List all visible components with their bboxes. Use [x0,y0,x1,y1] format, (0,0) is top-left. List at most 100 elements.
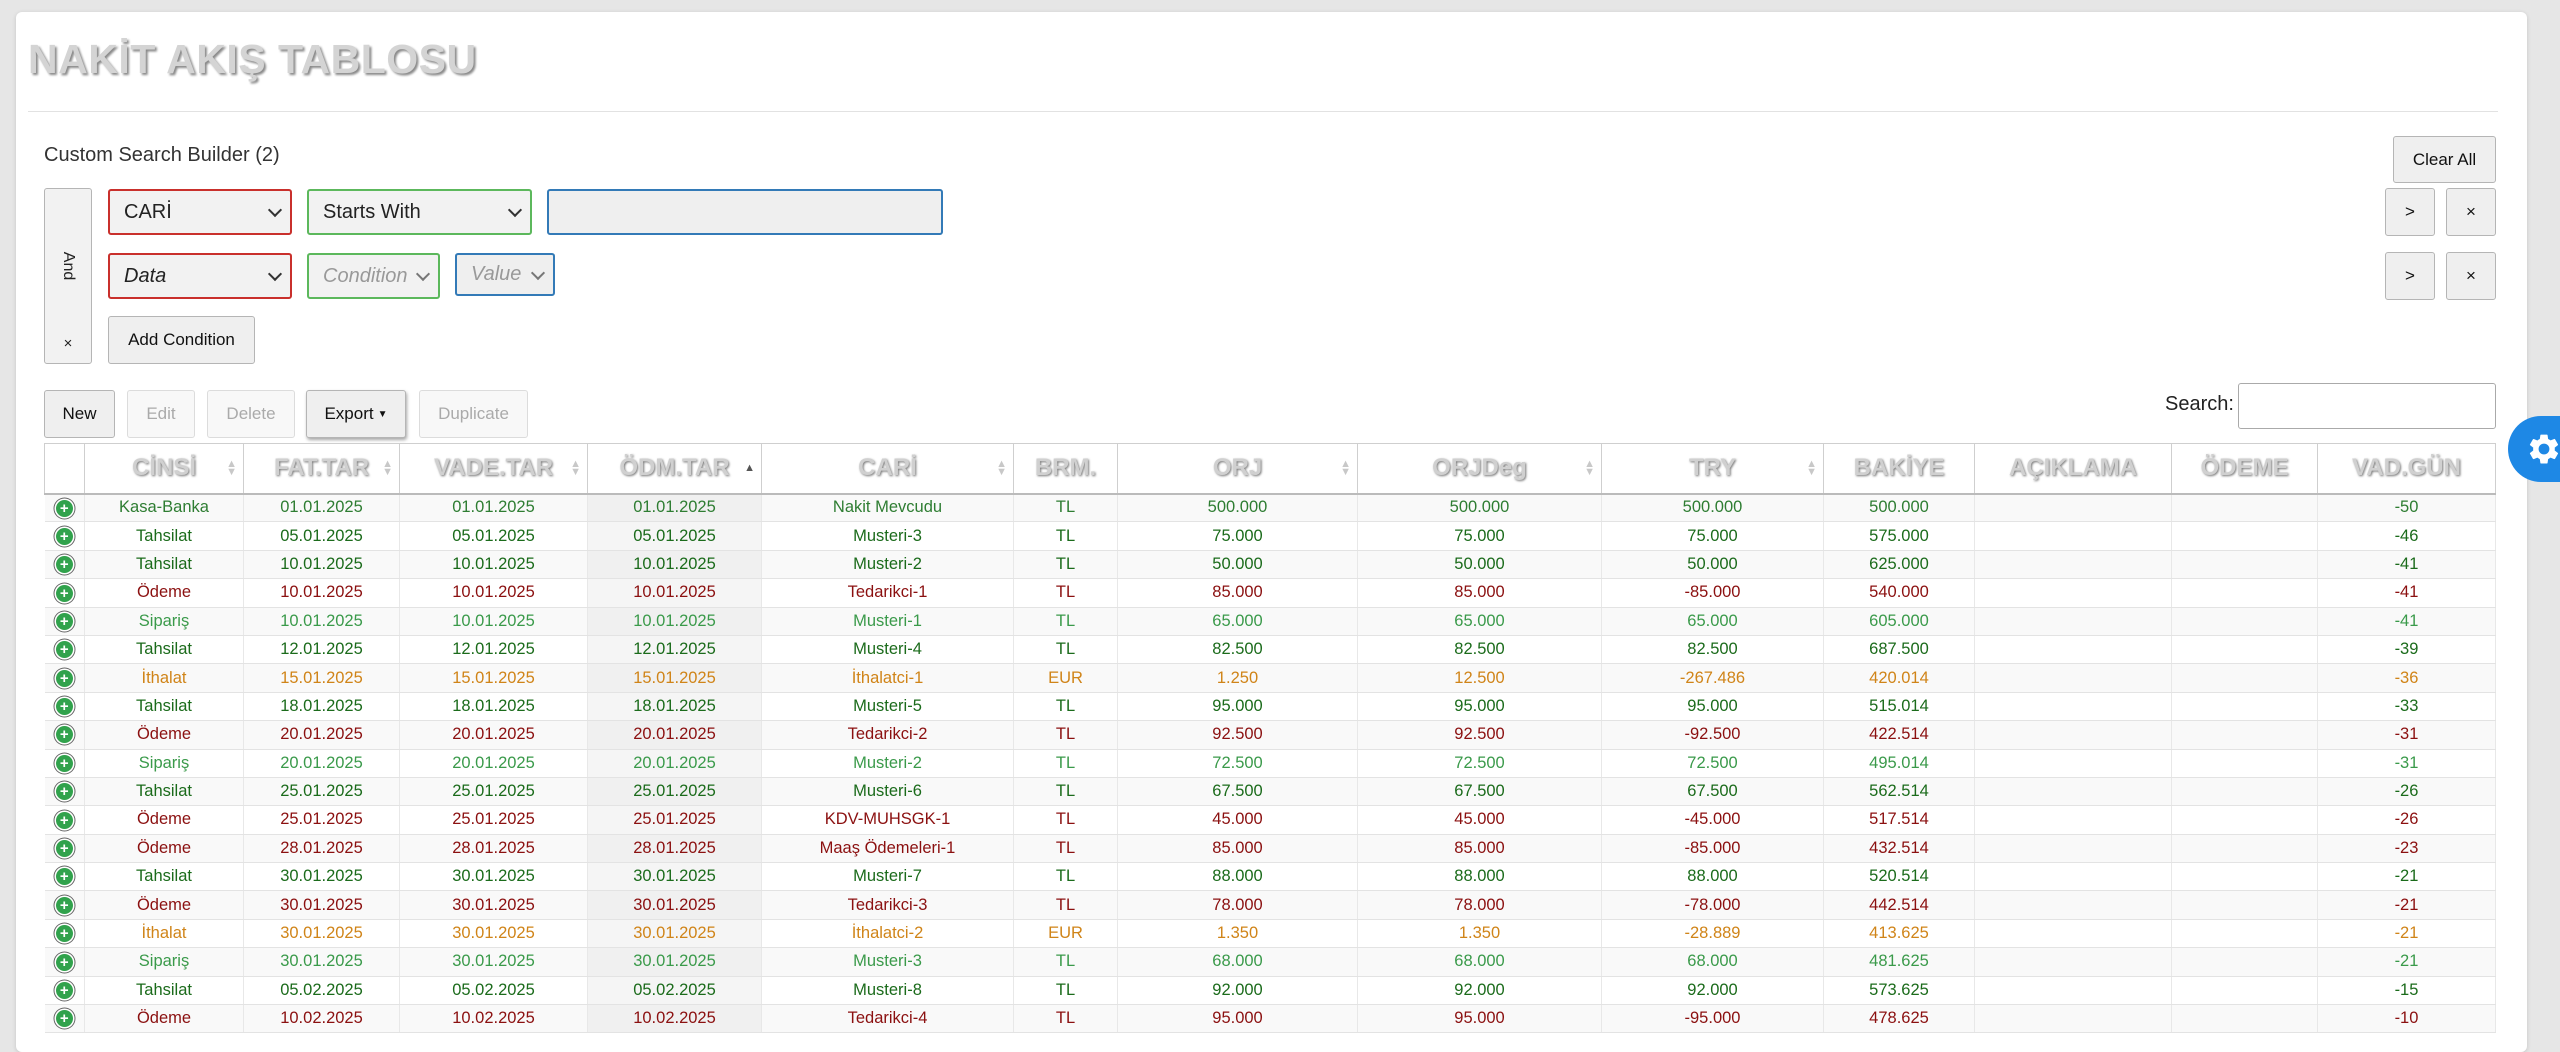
table-row[interactable]: + Ödeme 10.02.2025 10.02.2025 10.02.2025 Teda… [44,1004,2496,1034]
column-header[interactable]: ÖDM.TAR ▲ [587,443,762,495]
plus-circle-icon[interactable]: + [55,868,73,886]
logic-remove-button[interactable]: × [45,335,91,352]
condition-2-data-select[interactable]: Data [108,253,292,299]
table-row[interactable]: + İthalat 30.01.2025 30.01.2025 30.01.2025 İt… [44,919,2496,949]
column-header[interactable]: VAD.GÜN [2317,443,2496,495]
column-header[interactable]: ÖDEME [2171,443,2318,495]
table-row[interactable]: + Tahsilat 30.01.2025 30.01.2025 30.01.2025 M… [44,862,2496,892]
plus-circle-icon[interactable]: + [55,925,73,943]
table-row[interactable]: + Tahsilat 12.01.2025 12.01.2025 12.01.2025 M… [44,635,2496,665]
condition-2-next-button[interactable]: > [2385,252,2435,300]
chevron-down-icon [267,266,283,282]
cell-aciklama [1974,635,2172,665]
cell-cinsi: Sipariş [84,607,244,636]
plus-circle-icon[interactable]: + [55,584,73,602]
row-expand-cell[interactable]: + [44,777,85,807]
table-row[interactable]: + Tahsilat 25.01.2025 25.01.2025 25.01.2025 M… [44,777,2496,807]
plus-circle-icon[interactable]: + [55,641,73,659]
condition-2-value-select[interactable]: Value [455,253,555,296]
condition-2-operator-select[interactable]: Condition [307,253,440,299]
row-expand-cell[interactable]: + [44,692,85,722]
plus-circle-icon[interactable]: + [55,698,73,716]
column-header[interactable]: BRM. [1013,443,1118,495]
column-header[interactable]: ORJDeg ▲ ▼ [1357,443,1602,495]
row-expand-cell[interactable]: + [44,1004,85,1034]
plus-circle-icon[interactable]: + [55,556,73,574]
table-row[interactable]: + Ödeme 30.01.2025 30.01.2025 30.01.2025 Teda… [44,890,2496,920]
row-expand-cell[interactable]: + [44,890,85,920]
table-row[interactable]: + Ödeme 28.01.2025 28.01.2025 28.01.2025 Maaş… [44,834,2496,864]
row-expand-cell[interactable]: + [44,749,85,778]
row-expand-cell[interactable]: + [44,947,85,977]
row-expand-cell[interactable]: + [44,578,85,608]
condition-2-operator-placeholder: Condition [323,264,408,287]
table-row[interactable]: + Tahsilat 05.01.2025 05.01.2025 05.01.2025 M… [44,521,2496,551]
row-expand-cell[interactable]: + [44,550,85,580]
edit-button[interactable]: Edit [127,390,195,438]
table-row[interactable]: + Sipariş 20.01.2025 20.01.2025 20.01.2025 Mu… [44,749,2496,778]
table-row[interactable]: + Ödeme 10.01.2025 10.01.2025 10.01.2025 Teda… [44,578,2496,608]
chevron-down-icon [507,202,523,218]
row-expand-cell[interactable]: + [44,607,85,636]
logic-toggle[interactable]: And × [44,188,92,364]
row-expand-cell[interactable]: + [44,663,85,693]
condition-1-data-value: CARİ [124,200,172,223]
plus-circle-icon[interactable]: + [55,840,73,858]
condition-2-remove-button[interactable]: × [2446,252,2496,300]
clear-all-button[interactable]: Clear All [2393,136,2496,183]
column-header[interactable]: VADE.TAR ▲ ▼ [399,443,588,495]
table-row[interactable]: + Ödeme 20.01.2025 20.01.2025 20.01.2025 Teda… [44,720,2496,750]
column-header[interactable]: TRY ▲ ▼ [1601,443,1824,495]
table-row[interactable]: + Tahsilat 18.01.2025 18.01.2025 18.01.2025 M… [44,692,2496,722]
row-expand-cell[interactable]: + [44,720,85,750]
table-row[interactable]: + Sipariş 30.01.2025 30.01.2025 30.01.2025 Mu… [44,947,2496,977]
plus-circle-icon[interactable]: + [55,896,73,914]
condition-1-remove-button[interactable]: × [2446,188,2496,236]
plus-circle-icon[interactable]: + [55,499,73,517]
column-header[interactable]: FAT.TAR ▲ ▼ [243,443,400,495]
condition-1-next-button[interactable]: > [2385,188,2435,236]
add-condition-button[interactable]: Add Condition [108,316,255,364]
plus-circle-icon[interactable]: + [55,1010,73,1028]
table-row[interactable]: + Tahsilat 10.01.2025 10.01.2025 10.01.2025 M… [44,550,2496,580]
row-expand-cell[interactable]: + [44,493,85,523]
column-header[interactable]: CARİ ▲ ▼ [761,443,1014,495]
condition-1-operator-select[interactable]: Starts With [307,189,532,235]
row-expand-cell[interactable]: + [44,834,85,864]
cell-orjdeg: 72.500 [1357,749,1602,778]
plus-circle-icon[interactable]: + [55,669,73,687]
plus-circle-icon[interactable]: + [55,612,73,630]
cell-fat-tar: 20.01.2025 [243,749,400,778]
column-header[interactable]: AÇIKLAMA [1974,443,2172,495]
row-expand-cell[interactable]: + [44,862,85,892]
table-row[interactable]: + Sipariş 10.01.2025 10.01.2025 10.01.2025 Mu… [44,607,2496,636]
plus-circle-icon[interactable]: + [55,754,73,772]
cell-vad-gun: -26 [2317,805,2496,835]
plus-circle-icon[interactable]: + [55,811,73,829]
new-button[interactable]: New [44,390,115,438]
delete-button[interactable]: Delete [207,390,295,438]
table-row[interactable]: + İthalat 15.01.2025 15.01.2025 15.01.2025 İt… [44,663,2496,693]
cell-vade-tar: 20.01.2025 [399,720,588,750]
plus-circle-icon[interactable]: + [55,726,73,744]
export-button[interactable]: Export ▼ [306,390,406,438]
plus-circle-icon[interactable]: + [55,953,73,971]
table-row[interactable]: + Tahsilat 05.02.2025 05.02.2025 05.02.2025 M… [44,976,2496,1006]
plus-circle-icon[interactable]: + [55,783,73,801]
row-expand-cell[interactable]: + [44,635,85,665]
row-expand-cell[interactable]: + [44,976,85,1006]
plus-circle-icon[interactable]: + [55,981,73,999]
duplicate-button[interactable]: Duplicate [419,390,528,438]
table-row[interactable]: + Ödeme 25.01.2025 25.01.2025 25.01.2025 KDV-… [44,805,2496,835]
table-row[interactable]: + Kasa-Banka 01.01.2025 01.01.2025 01.01.202… [44,493,2496,523]
search-input[interactable] [2238,383,2496,429]
row-expand-cell[interactable]: + [44,919,85,949]
condition-1-data-select[interactable]: CARİ [108,189,292,235]
column-header[interactable]: CİNSİ ▲ ▼ [84,443,244,495]
column-header[interactable]: ORJ ▲ ▼ [1117,443,1358,495]
row-expand-cell[interactable]: + [44,805,85,835]
row-expand-cell[interactable]: + [44,521,85,551]
column-header[interactable]: BAKİYE [1823,443,1975,495]
condition-1-value-input[interactable] [547,189,943,235]
plus-circle-icon[interactable]: + [55,527,73,545]
